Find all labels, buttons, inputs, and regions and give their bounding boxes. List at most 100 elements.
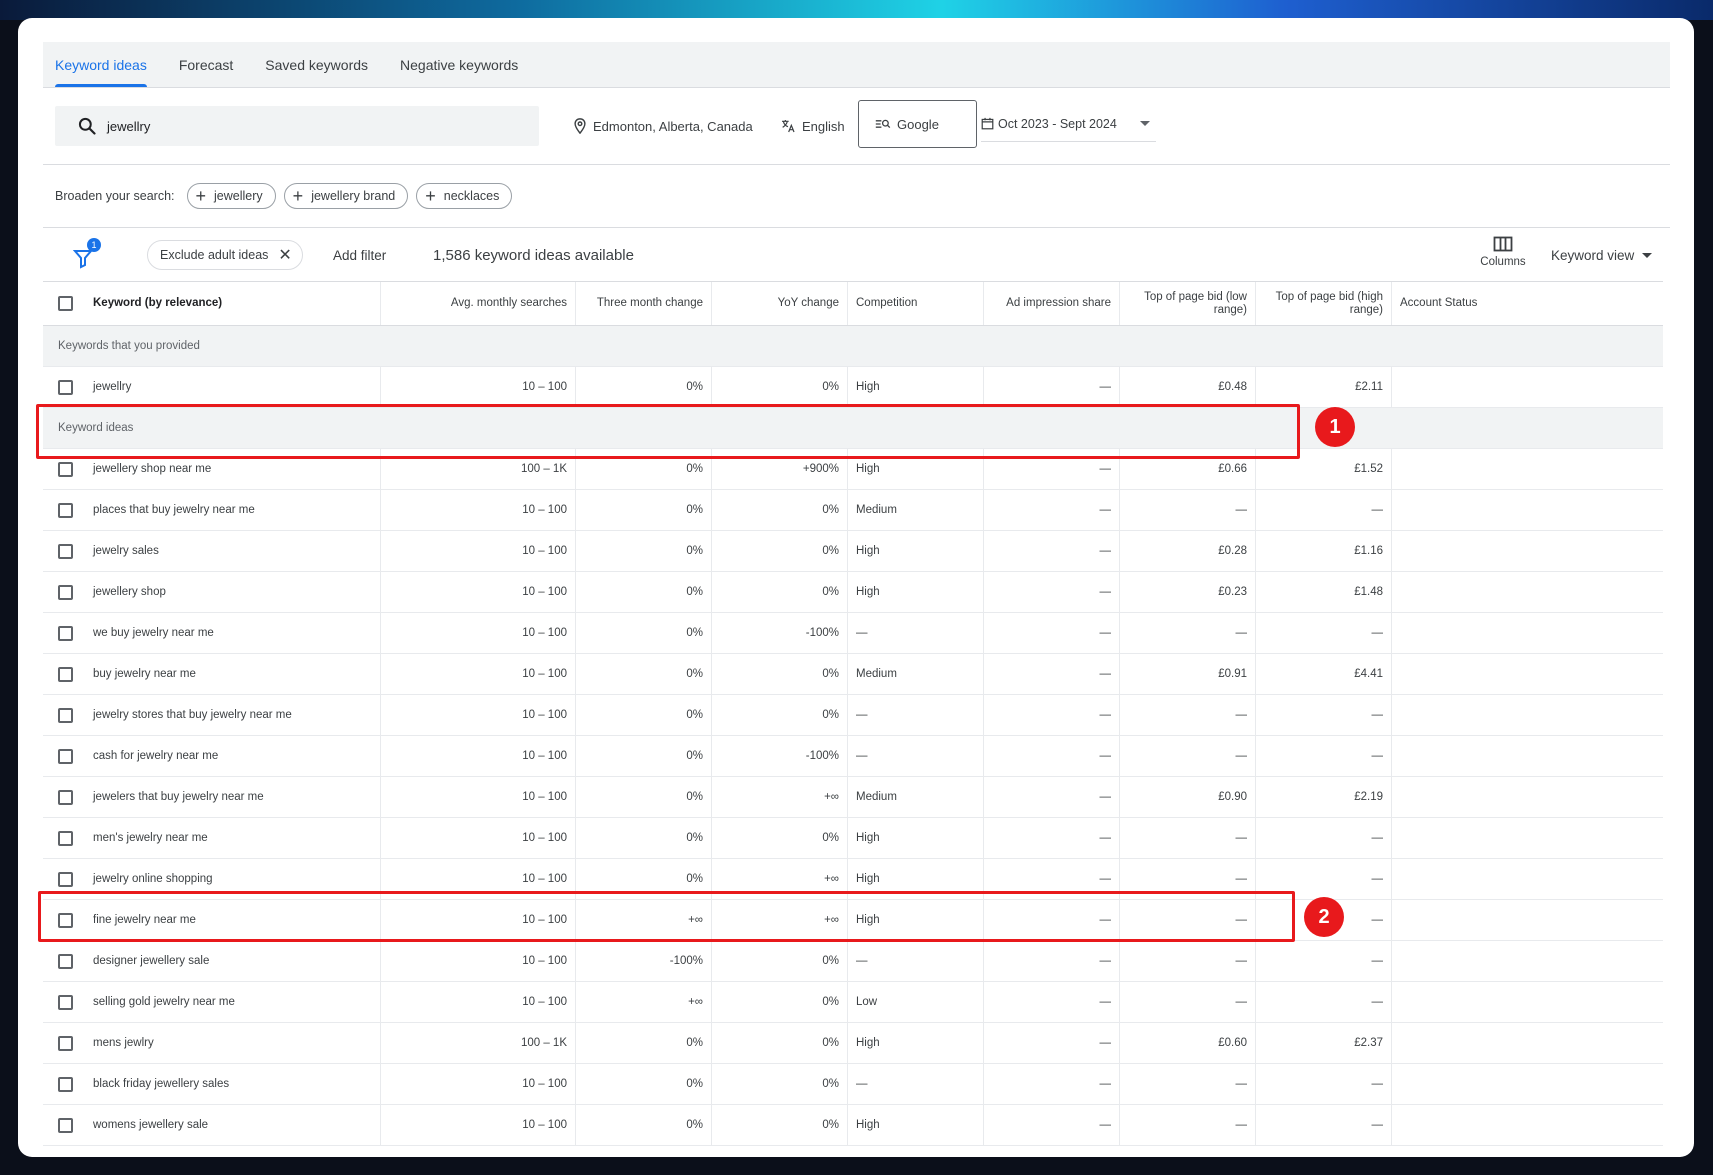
keyword-text: mens jewlry: [93, 1037, 154, 1049]
header-keyword[interactable]: Keyword (by relevance): [43, 282, 381, 325]
account-status-cell: [1392, 449, 1663, 489]
close-icon[interactable]: ✕: [278, 245, 291, 265]
table-row[interactable]: jewellery shop 10 – 100 0% 0% High — £0.23 £1.4…: [43, 572, 1663, 613]
search-row: jewellry Edmonton, Alberta, Canada Engli…: [43, 100, 1670, 152]
language-selector[interactable]: English: [780, 106, 845, 146]
table-row[interactable]: buy jewelry near me 10 – 100 0% 0% Medium — £0…: [43, 654, 1663, 695]
annotation-badge-2: 2: [1304, 897, 1344, 937]
row-checkbox[interactable]: [58, 871, 73, 887]
table-row[interactable]: jewellery shop near me 100 – 1K 0% +900% Hig…: [43, 449, 1663, 490]
bid-low-cell: —: [1120, 859, 1256, 899]
competition-cell: High: [848, 531, 984, 571]
table-row[interactable]: selling gold jewelry near me 10 – 100 +∞ 0%…: [43, 982, 1663, 1023]
row-checkbox[interactable]: [58, 666, 73, 682]
row-checkbox[interactable]: [58, 502, 73, 518]
select-all-checkbox[interactable]: [58, 296, 73, 311]
bid-high-cell: —: [1256, 859, 1392, 899]
table-row[interactable]: jewellry 10 – 100 0% 0% High — £0.48 £2.11: [43, 367, 1663, 408]
avg-searches-cell: 10 – 100: [381, 1105, 576, 1145]
table-row[interactable]: fine jewelry near me 10 – 100 +∞ +∞ High — — —: [43, 900, 1663, 941]
keyword-text: cash for jewelry near me: [93, 750, 219, 762]
date-range-selector[interactable]: Oct 2023 - Sept 2024: [981, 106, 1156, 142]
header-yoy[interactable]: YoY change: [712, 282, 848, 325]
tab-forecast[interactable]: Forecast: [167, 42, 245, 87]
row-checkbox[interactable]: [58, 625, 73, 641]
table-row[interactable]: mens jewlry 100 – 1K 0% 0% High — £0.60 £2.37: [43, 1023, 1663, 1064]
row-checkbox[interactable]: [58, 830, 73, 846]
keyword-cell: mens jewlry: [43, 1023, 381, 1063]
row-checkbox[interactable]: [58, 584, 73, 600]
add-filter-button[interactable]: Add filter: [333, 240, 386, 270]
account-status-cell: [1392, 941, 1663, 981]
table-row[interactable]: cash for jewelry near me 10 – 100 0% -100% —…: [43, 736, 1663, 777]
keyword-text: jewelry stores that buy jewelry near me: [93, 709, 292, 721]
row-checkbox[interactable]: [58, 1076, 73, 1092]
row-checkbox[interactable]: [58, 789, 73, 805]
avg-searches-cell: 10 – 100: [381, 490, 576, 530]
account-status-cell: [1392, 1023, 1663, 1063]
bid-high-cell: —: [1256, 490, 1392, 530]
bid-high-cell: £1.16: [1256, 531, 1392, 571]
chevron-down-icon: [1140, 121, 1150, 126]
bid-low-cell: £0.91: [1120, 654, 1256, 694]
competition-cell: High: [848, 367, 984, 407]
group-label: Keyword ideas: [58, 422, 134, 434]
header-impression-share[interactable]: Ad impression share: [984, 282, 1120, 325]
table-row[interactable]: jewelry online shopping 10 – 100 0% +∞ High —…: [43, 859, 1663, 900]
location-selector[interactable]: Edmonton, Alberta, Canada: [573, 106, 753, 146]
header-bid-high[interactable]: Top of page bid (high range): [1256, 282, 1392, 325]
tab-negative-keywords[interactable]: Negative keywords: [388, 42, 530, 87]
table-row[interactable]: womens jewellery sale 10 – 100 0% 0% High — — —: [43, 1105, 1663, 1146]
header-avg-searches[interactable]: Avg. monthly searches: [381, 282, 576, 325]
table-row[interactable]: places that buy jewelry near me 10 – 100 0…: [43, 490, 1663, 531]
table-row[interactable]: jewelry stores that buy jewelry near me 1…: [43, 695, 1663, 736]
account-status-cell: [1392, 1064, 1663, 1104]
row-checkbox[interactable]: [58, 994, 73, 1010]
table-row[interactable]: designer jewellery sale 10 – 100 -100% 0% — —…: [43, 941, 1663, 982]
avg-searches-cell: 10 – 100: [381, 572, 576, 612]
avg-searches-cell: 100 – 1K: [381, 1023, 576, 1063]
yoy-cell: 0%: [712, 941, 848, 981]
network-selector[interactable]: Google: [858, 100, 977, 148]
row-checkbox[interactable]: [58, 707, 73, 723]
row-checkbox[interactable]: [58, 912, 73, 928]
yoy-cell: -100%: [712, 736, 848, 776]
table-row[interactable]: jewelry sales 10 – 100 0% 0% High — £0.28 £1.16: [43, 531, 1663, 572]
header-competition[interactable]: Competition: [848, 282, 984, 325]
plus-icon: +: [195, 186, 207, 206]
tab-keyword-ideas[interactable]: Keyword ideas: [43, 42, 159, 87]
yoy-cell: 0%: [712, 1064, 848, 1104]
broaden-chip-jewellery[interactable]: + jewellery: [186, 183, 276, 209]
tab-saved-keywords[interactable]: Saved keywords: [253, 42, 380, 87]
header-bid-low[interactable]: Top of page bid (low range): [1120, 282, 1256, 325]
avg-searches-cell: 10 – 100: [381, 941, 576, 981]
row-checkbox[interactable]: [58, 461, 73, 477]
table-row[interactable]: jewelers that buy jewelry near me 10 – 10…: [43, 777, 1663, 818]
row-checkbox[interactable]: [58, 1117, 73, 1133]
avg-searches-cell: 10 – 100: [381, 900, 576, 940]
keyword-text: selling gold jewelry near me: [93, 996, 235, 1008]
header-three-month[interactable]: Three month change: [576, 282, 712, 325]
header-account-status[interactable]: Account Status: [1392, 282, 1663, 325]
row-checkbox[interactable]: [58, 543, 73, 559]
three-month-cell: 0%: [576, 777, 712, 817]
columns-button[interactable]: Columns: [1473, 234, 1533, 276]
table-row[interactable]: men's jewelry near me 10 – 100 0% 0% High — — —: [43, 818, 1663, 859]
broaden-chip-necklaces[interactable]: + necklaces: [416, 183, 513, 209]
table-row[interactable]: we buy jewelry near me 10 – 100 0% -100% — — —…: [43, 613, 1663, 654]
yoy-cell: +∞: [712, 900, 848, 940]
impression-share-cell: —: [984, 1064, 1120, 1104]
row-checkbox[interactable]: [58, 748, 73, 764]
row-checkbox[interactable]: [58, 379, 73, 395]
bid-high-cell: £1.52: [1256, 449, 1392, 489]
group-header-provided: Keywords that you provided: [43, 326, 1663, 367]
broaden-chip-jewellery-brand[interactable]: + jewellery brand: [283, 183, 409, 209]
keyword-view-selector[interactable]: Keyword view: [1551, 240, 1653, 270]
keyword-cell: black friday jewellery sales: [43, 1064, 381, 1104]
bid-high-cell: £2.19: [1256, 777, 1392, 817]
row-checkbox[interactable]: [58, 953, 73, 969]
search-input[interactable]: jewellry: [55, 106, 539, 146]
row-checkbox[interactable]: [58, 1035, 73, 1051]
table-row[interactable]: black friday jewellery sales 10 – 100 0% 0%…: [43, 1064, 1663, 1105]
exclude-adult-chip[interactable]: Exclude adult ideas ✕: [147, 240, 303, 270]
